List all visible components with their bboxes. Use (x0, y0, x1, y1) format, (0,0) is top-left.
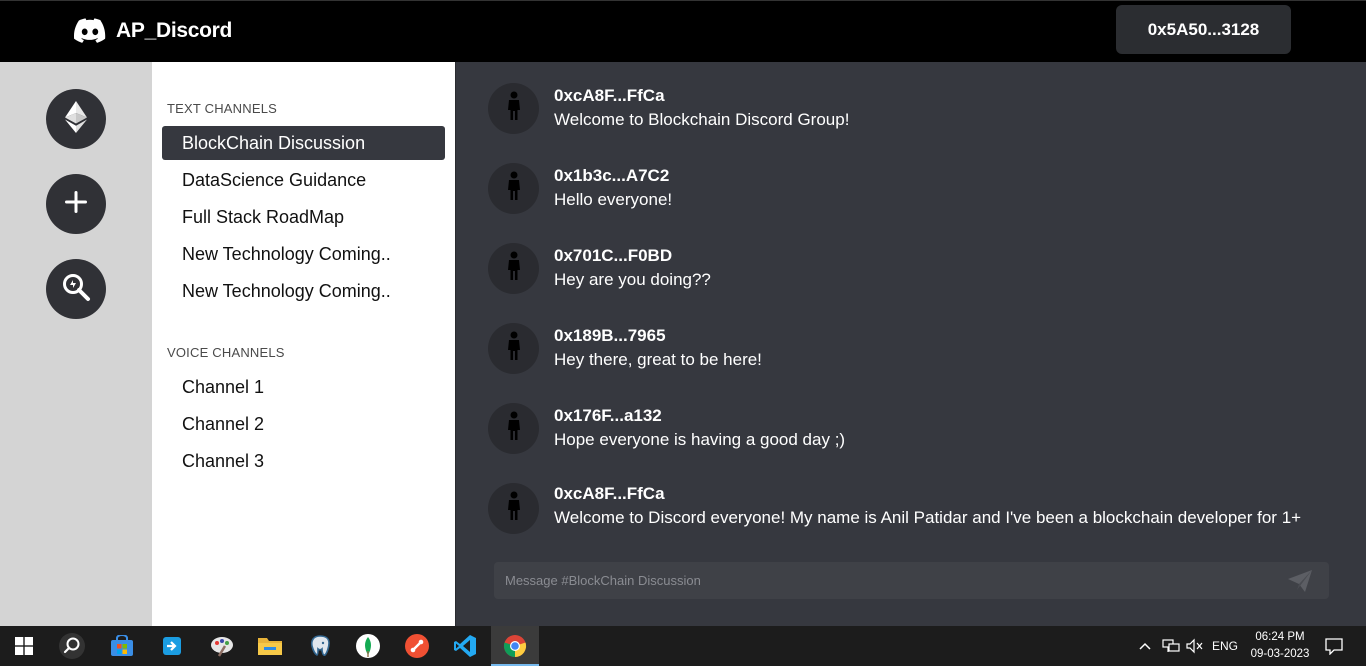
message: 0x176F...a132 Hope everyone is having a … (488, 382, 1348, 454)
message-author[interactable]: 0x189B...7965 (554, 326, 666, 346)
voice-channels-header: VOICE CHANNELS (167, 345, 285, 360)
channel-new-technology-1[interactable]: New Technology Coming.. (162, 237, 445, 271)
message-text: Welcome to Blockchain Discord Group! (554, 110, 850, 129)
ethereum-icon (65, 100, 87, 138)
person-icon (506, 251, 522, 286)
message-text: Hello everyone! (554, 190, 673, 209)
language-indicator[interactable]: ENG (1212, 626, 1238, 666)
message-text: Hey are you doing?? (554, 270, 711, 289)
text-channels-header: TEXT CHANNELS (167, 101, 277, 116)
explore-icon (61, 272, 91, 307)
message-text: Welcome to Discord everyone! My name is … (554, 508, 1302, 527)
windows-start-icon[interactable] (0, 626, 48, 666)
system-clock[interactable]: 06:24 PM 09-03-2023 (1244, 629, 1316, 663)
volume-muted-icon[interactable] (1185, 626, 1203, 666)
postgresql-icon[interactable] (296, 626, 344, 666)
channel-label: Channel 2 (182, 413, 265, 434)
channel-new-technology-2[interactable]: New Technology Coming.. (162, 274, 445, 308)
message-author[interactable]: 0x1b3c...A7C2 (554, 166, 669, 186)
message-author[interactable]: 0xcA8F...FfCa (554, 86, 665, 106)
person-icon (506, 331, 522, 366)
avatar[interactable] (488, 163, 539, 214)
notification-icon[interactable] (1324, 626, 1344, 666)
person-icon (506, 411, 522, 446)
chrome-icon[interactable] (491, 626, 539, 666)
message-author[interactable]: 0xcA8F...FfCa (554, 484, 665, 504)
ethereum-server-button[interactable] (46, 89, 106, 149)
message-text: Hey there, great to be here! (554, 350, 762, 369)
message-list[interactable]: 0xcA8F...FfCa Welcome to Blockchain Disc… (456, 62, 1366, 534)
channel-datascience-guidance[interactable]: DataScience Guidance (162, 163, 445, 197)
clock-date: 09-03-2023 (1250, 648, 1310, 660)
channel-label: New Technology Coming.. (182, 280, 391, 301)
search-icon[interactable] (48, 626, 96, 666)
voice-channel-3[interactable]: Channel 3 (162, 444, 445, 478)
app-title: AP_Discord (116, 19, 233, 42)
top-bar: AP_Discord 0x5A50...3128 (0, 0, 1366, 62)
explore-servers-button[interactable] (46, 259, 106, 319)
person-icon (506, 491, 522, 526)
avatar[interactable] (488, 83, 539, 134)
vscode-icon[interactable] (441, 626, 489, 666)
channel-list: TEXT CHANNELS BlockChain Discussion Data… (152, 62, 455, 626)
message: 0xcA8F...FfCa Welcome to Blockchain Disc… (488, 62, 1348, 134)
message-author[interactable]: 0x701C...F0BD (554, 246, 672, 266)
mongodb-icon[interactable] (344, 626, 392, 666)
brand[interactable]: AP_Discord (74, 15, 232, 47)
message: 0xcA8F...FfCa Welcome to Discord everyon… (488, 460, 1348, 534)
message: 0x1b3c...A7C2 Hello everyone! (488, 142, 1348, 214)
message-composer (494, 562, 1329, 599)
voice-channel-1[interactable]: Channel 1 (162, 370, 445, 404)
channel-blockchain-discussion[interactable]: BlockChain Discussion (162, 126, 445, 160)
channel-label: New Technology Coming.. (182, 243, 391, 264)
chevron-up-icon[interactable] (1138, 626, 1152, 666)
plus-icon (63, 189, 89, 220)
message-input[interactable] (494, 562, 1274, 599)
chat-panel: 0xcA8F...FfCa Welcome to Blockchain Disc… (455, 62, 1366, 626)
os-taskbar: ENG 06:24 PM 09-03-2023 (0, 626, 1366, 666)
clock-time: 06:24 PM (1255, 631, 1305, 643)
avatar[interactable] (488, 323, 539, 374)
discord-icon (74, 15, 106, 47)
file-explorer-icon[interactable] (246, 626, 294, 666)
channel-full-stack-roadmap[interactable]: Full Stack RoadMap (162, 200, 445, 234)
channel-label: Full Stack RoadMap (182, 206, 345, 227)
wallet-account-button[interactable]: 0x5A50...3128 (1116, 5, 1291, 54)
message-text: Hope everyone is having a good day ;) (554, 430, 846, 449)
avatar[interactable] (488, 243, 539, 294)
message-author[interactable]: 0x176F...a132 (554, 406, 662, 426)
store-icon[interactable] (98, 626, 146, 666)
avatar[interactable] (488, 483, 539, 534)
person-icon (506, 171, 522, 206)
paint-icon[interactable] (198, 626, 246, 666)
git-icon[interactable] (393, 626, 441, 666)
outlook-icon[interactable] (149, 626, 197, 666)
channel-label: BlockChain Discussion (182, 132, 366, 153)
avatar[interactable] (488, 403, 539, 454)
message: 0x189B...7965 Hey there, great to be her… (488, 302, 1348, 374)
server-rail (0, 62, 152, 626)
voice-channel-2[interactable]: Channel 2 (162, 407, 445, 441)
person-icon (506, 91, 522, 126)
add-server-button[interactable] (46, 174, 106, 234)
channel-label: Channel 3 (182, 450, 265, 471)
network-icon[interactable] (1162, 626, 1180, 666)
channel-label: Channel 1 (182, 376, 265, 397)
channel-label: DataScience Guidance (182, 169, 367, 190)
send-icon[interactable] (1287, 569, 1313, 593)
message: 0x701C...F0BD Hey are you doing?? (488, 222, 1348, 294)
